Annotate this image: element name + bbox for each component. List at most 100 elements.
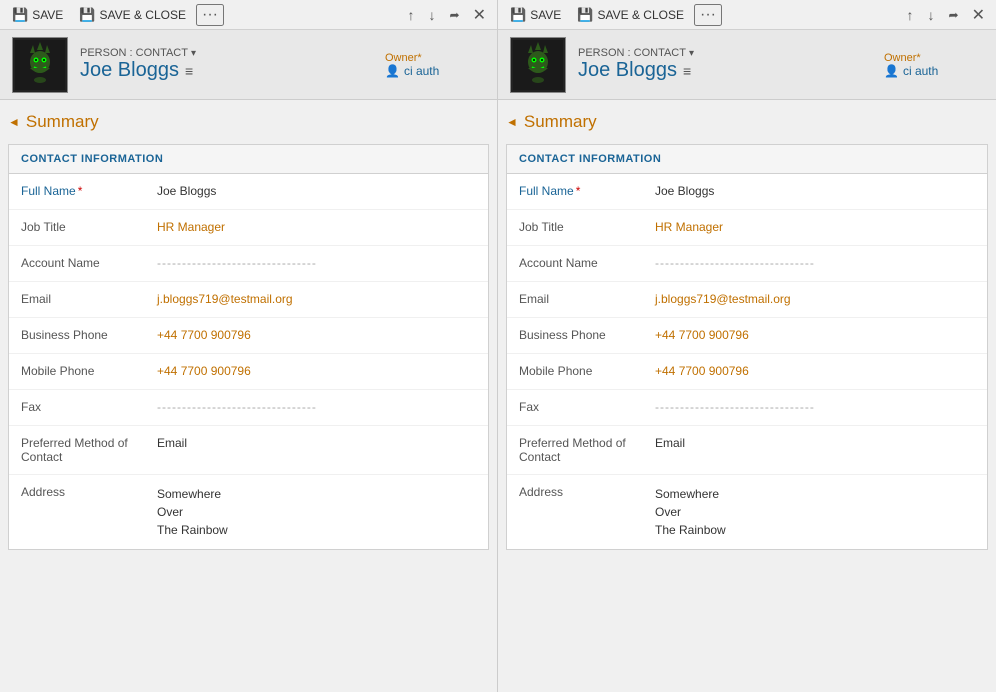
owner-value[interactable]: 👤ci auth bbox=[385, 64, 439, 78]
save-close-button[interactable]: 💾SAVE & CLOSE bbox=[571, 5, 690, 25]
field-value[interactable]: +44 7700 900796 bbox=[647, 318, 987, 352]
field-value[interactable]: j.bloggs719@testmail.org bbox=[149, 282, 488, 316]
close-button[interactable]: ✕ bbox=[967, 3, 990, 27]
field-label: Full Name* bbox=[507, 174, 647, 208]
summary-section-header: ◄ Summary bbox=[506, 108, 988, 136]
summary-title: Summary bbox=[524, 112, 597, 132]
owner-section: Owner*👤ci auth bbox=[884, 52, 984, 78]
owner-label: Owner* bbox=[385, 52, 422, 64]
more-options-button[interactable]: ··· bbox=[694, 4, 722, 26]
field-label: Job Title bbox=[9, 210, 149, 244]
field-row: Full Name*Joe Bloggs bbox=[507, 174, 987, 210]
record-name: Joe Bloggs ≡ bbox=[578, 59, 872, 82]
save-close-icon: 💾 bbox=[577, 7, 593, 23]
field-value: SomewhereOverThe Rainbow bbox=[149, 475, 488, 549]
card-header: CONTACT INFORMATION bbox=[9, 145, 488, 174]
record-name-text: Joe Bloggs bbox=[578, 59, 677, 82]
field-row: Account Name----------------------------… bbox=[507, 246, 987, 282]
field-label: Business Phone bbox=[9, 318, 149, 352]
field-row: Account Name----------------------------… bbox=[9, 246, 488, 282]
save-button[interactable]: 💾SAVE bbox=[6, 5, 69, 25]
header-info: PERSON : CONTACT▾Joe Bloggs≡ bbox=[80, 47, 373, 82]
summary-section-header: ◄ Summary bbox=[8, 108, 489, 136]
nav-up-button[interactable]: ↑ bbox=[402, 4, 421, 26]
field-row: AddressSomewhereOverThe Rainbow bbox=[507, 475, 987, 549]
field-row: Emailj.bloggs719@testmail.org bbox=[9, 282, 488, 318]
field-row: Full Name*Joe Bloggs bbox=[9, 174, 488, 210]
content-area: ◄ Summary CONTACT INFORMATIONFull Name*Joe… bbox=[0, 100, 497, 692]
field-value[interactable]: +44 7700 900796 bbox=[149, 354, 488, 388]
field-row: Preferred Method of ContactEmail bbox=[507, 426, 987, 475]
nav-down-button[interactable]: ↓ bbox=[922, 4, 941, 26]
panel-right: 💾SAVE💾SAVE & CLOSE··· ↑↓➦✕ PERSON : CONTA… bbox=[498, 0, 996, 692]
field-value[interactable]: j.bloggs719@testmail.org bbox=[647, 282, 987, 316]
field-value[interactable]: HR Manager bbox=[647, 210, 987, 244]
field-value[interactable]: HR Manager bbox=[149, 210, 488, 244]
field-value: -------------------------------- bbox=[149, 246, 488, 280]
avatar bbox=[510, 37, 566, 93]
toolbar-navigation: ↑↓➦✕ bbox=[901, 3, 990, 27]
summary-chevron[interactable]: ◄ bbox=[506, 115, 518, 129]
field-value[interactable]: +44 7700 900796 bbox=[149, 318, 488, 352]
record-name: Joe Bloggs≡ bbox=[80, 59, 373, 82]
field-label: Mobile Phone bbox=[507, 354, 647, 388]
field-row: Job TitleHR Manager bbox=[9, 210, 488, 246]
field-value[interactable]: +44 7700 900796 bbox=[647, 354, 987, 388]
field-row: AddressSomewhereOverThe Rainbow bbox=[9, 475, 488, 549]
field-label: Fax bbox=[507, 390, 647, 424]
owner-section: Owner*👤ci auth bbox=[385, 52, 485, 78]
close-button[interactable]: ✕ bbox=[468, 3, 491, 27]
nav-up-button[interactable]: ↑ bbox=[901, 4, 920, 26]
field-label: Fax bbox=[9, 390, 149, 424]
field-label: Preferred Method of Contact bbox=[9, 426, 149, 474]
field-label: Mobile Phone bbox=[9, 354, 149, 388]
person-icon: 👤 bbox=[884, 64, 899, 78]
entity-type: PERSON : CONTACT▾ bbox=[578, 47, 872, 59]
field-value: -------------------------------- bbox=[647, 390, 987, 424]
field-row: Job TitleHR Manager bbox=[507, 210, 987, 246]
entity-type: PERSON : CONTACT▾ bbox=[80, 47, 373, 59]
field-row: Business Phone+44 7700 900796 bbox=[507, 318, 987, 354]
chevron-down-icon: ▾ bbox=[689, 48, 694, 59]
header-info: PERSON : CONTACT▾Joe Bloggs ≡ bbox=[578, 47, 872, 82]
expand-button[interactable]: ➦ bbox=[943, 5, 965, 25]
expand-button[interactable]: ➦ bbox=[444, 5, 466, 25]
field-row: Fax-------------------------------- bbox=[507, 390, 987, 426]
owner-value[interactable]: 👤 ci auth bbox=[884, 64, 938, 78]
toolbar: 💾SAVE💾SAVE & CLOSE··· ↑↓➦✕ bbox=[498, 0, 996, 30]
record-header: PERSON : CONTACT▾Joe Bloggs≡Owner*👤ci au… bbox=[498, 30, 996, 100]
record-header: PERSON : CONTACT▾Joe Bloggs≡ Owner*👤ci au… bbox=[0, 30, 497, 100]
menu-icon[interactable]: ≡ bbox=[185, 63, 193, 79]
panel-left: 💾SAVE💾SAVE & CLOSE··· ↑↓➦✕ PERSON : CONTA… bbox=[0, 0, 498, 692]
save-button[interactable]: 💾SAVE bbox=[504, 5, 567, 25]
toolbar: 💾SAVE💾SAVE & CLOSE··· ↑↓➦✕ bbox=[0, 0, 497, 30]
content-area: ◄SummaryCONTACT INFORMATIONFull Name*Joe… bbox=[498, 100, 996, 692]
nav-down-button[interactable]: ↓ bbox=[423, 4, 442, 26]
field-value: -------------------------------- bbox=[647, 246, 987, 280]
field-value: SomewhereOverThe Rainbow bbox=[647, 475, 987, 549]
save-icon: 💾 bbox=[510, 7, 526, 23]
field-label: Job Title bbox=[507, 210, 647, 244]
person-icon: 👤 bbox=[385, 64, 400, 78]
chevron-down-icon: ▾ bbox=[191, 48, 196, 59]
summary-chevron[interactable]: ◄ bbox=[8, 115, 20, 129]
summary-title: Summary bbox=[26, 112, 99, 132]
field-row: Business Phone+44 7700 900796 bbox=[9, 318, 488, 354]
field-row: Fax-------------------------------- bbox=[9, 390, 488, 426]
menu-icon[interactable]: ≡ bbox=[683, 63, 691, 79]
avatar bbox=[12, 37, 68, 93]
save-close-icon: 💾 bbox=[79, 7, 95, 23]
field-label: Address bbox=[507, 475, 647, 509]
field-value: Joe Bloggs bbox=[149, 174, 488, 208]
field-row: Preferred Method of ContactEmail bbox=[9, 426, 488, 475]
field-value: Email bbox=[149, 426, 488, 460]
field-label: Account Name bbox=[9, 246, 149, 280]
toolbar-navigation: ↑↓➦✕ bbox=[402, 3, 491, 27]
field-value: Joe Bloggs bbox=[647, 174, 987, 208]
contact-info-card: CONTACT INFORMATIONFull Name*Joe BloggsJ… bbox=[8, 144, 489, 550]
more-options-button[interactable]: ··· bbox=[196, 4, 224, 26]
owner-name: ci auth bbox=[903, 64, 938, 78]
entity-type-label: PERSON : CONTACT bbox=[80, 47, 188, 59]
field-label: Full Name* bbox=[9, 174, 149, 208]
save-close-button[interactable]: 💾SAVE & CLOSE bbox=[73, 5, 192, 25]
